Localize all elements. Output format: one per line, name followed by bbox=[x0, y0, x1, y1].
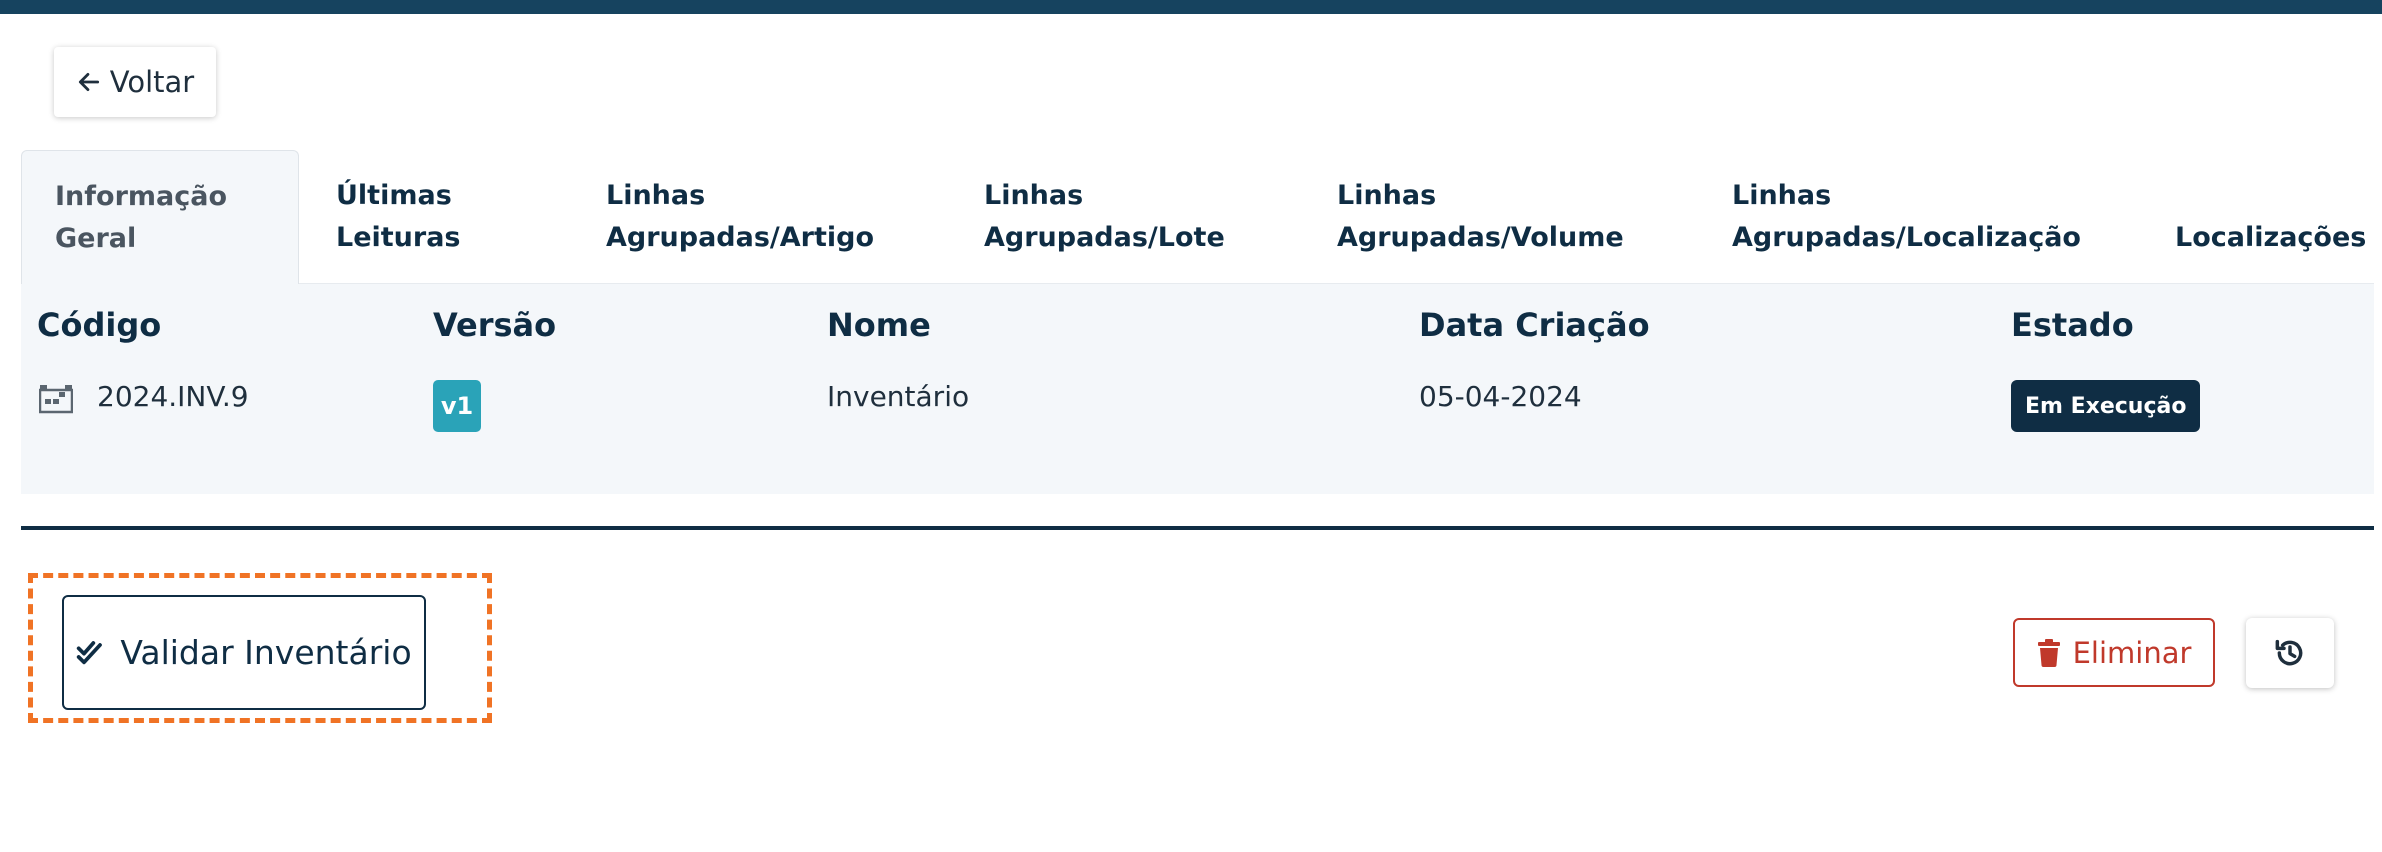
tab-label-line2: Localizações bbox=[2175, 222, 2367, 253]
header-versao: Versão bbox=[433, 306, 557, 344]
tab-label-line2: Agrupadas/Lote bbox=[984, 222, 1225, 253]
tab-label-line1: Linhas bbox=[606, 180, 706, 211]
tab-localizacoes[interactable]: Localizações bbox=[2175, 150, 2374, 285]
status-badge: Em Execução bbox=[2011, 380, 2201, 432]
tab-linhas-agrupadas-localizacao[interactable]: Linhas Agrupadas/Localização bbox=[1732, 150, 2152, 285]
tab-label-line2: Agrupadas/Artigo bbox=[606, 222, 875, 253]
history-button[interactable] bbox=[2246, 618, 2334, 688]
tab-label-line2: Leituras bbox=[336, 222, 461, 253]
data-criacao-value: 05-04-2024 bbox=[1419, 380, 1582, 413]
general-info-panel: Código Versão Nome Data Criação Estado 2… bbox=[21, 284, 2374, 494]
header-data-criacao: Data Criação bbox=[1419, 306, 1650, 344]
tab-informacao-geral[interactable]: Informação Geral bbox=[21, 150, 299, 285]
arrow-left-icon bbox=[78, 73, 99, 91]
double-check-icon bbox=[77, 640, 103, 664]
tab-label-line2: Agrupadas/Volume bbox=[1337, 222, 1624, 253]
delete-button[interactable]: Eliminar bbox=[2013, 618, 2215, 687]
header-codigo: Código bbox=[37, 306, 162, 344]
tab-label-line1: Linhas bbox=[984, 180, 1084, 211]
tab-label-line2: Agrupadas/Localização bbox=[1732, 222, 2081, 253]
tab-linhas-agrupadas-volume[interactable]: Linhas Agrupadas/Volume bbox=[1337, 150, 1667, 285]
tab-ultimas-leituras[interactable]: Últimas Leituras bbox=[336, 150, 536, 285]
trash-icon bbox=[2037, 638, 2060, 667]
top-bar bbox=[0, 0, 2382, 14]
header-estado: Estado bbox=[2011, 306, 2134, 344]
delete-label: Eliminar bbox=[2072, 635, 2192, 670]
tab-label-line1: Linhas bbox=[1337, 180, 1437, 211]
history-icon bbox=[2275, 639, 2303, 666]
building-icon bbox=[39, 385, 73, 414]
back-button[interactable]: Voltar bbox=[54, 47, 216, 117]
version-badge: v1 bbox=[433, 380, 481, 432]
tab-label-line1: Últimas bbox=[336, 180, 452, 211]
tab-label-line1 bbox=[2175, 175, 2374, 217]
codigo-value: 2024.INV.9 bbox=[97, 380, 249, 413]
tab-label-line1: Informação bbox=[55, 181, 228, 212]
header-nome: Nome bbox=[827, 306, 931, 344]
tab-bar: Informação Geral Últimas Leituras Linhas… bbox=[21, 150, 2374, 285]
back-button-label: Voltar bbox=[109, 65, 195, 99]
nome-value: Inventário bbox=[827, 380, 970, 413]
tab-label-line2: Geral bbox=[55, 223, 137, 254]
tab-label-line1: Linhas bbox=[1732, 180, 1832, 211]
validate-inventory-button[interactable]: Validar Inventário bbox=[62, 595, 426, 710]
tab-linhas-agrupadas-artigo[interactable]: Linhas Agrupadas/Artigo bbox=[606, 150, 936, 285]
tab-linhas-agrupadas-lote[interactable]: Linhas Agrupadas/Lote bbox=[984, 150, 1284, 285]
section-divider bbox=[21, 526, 2374, 530]
validate-inventory-label: Validar Inventário bbox=[120, 633, 412, 672]
